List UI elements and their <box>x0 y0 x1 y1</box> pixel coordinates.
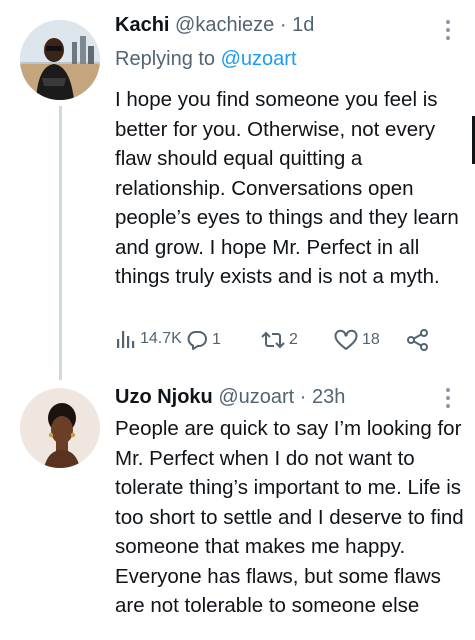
views-button[interactable]: 14.7K <box>115 328 182 350</box>
handle[interactable]: @uzoart <box>218 386 294 408</box>
share-button[interactable] <box>405 328 431 352</box>
replying-to: Replying to @uzoart <box>115 48 297 71</box>
views-icon <box>117 331 135 348</box>
like-count: 18 <box>362 331 380 348</box>
timestamp[interactable]: 1d <box>292 14 314 36</box>
timestamp[interactable]: 23h <box>312 386 345 408</box>
views-count: 14.7K <box>140 330 182 347</box>
like-button[interactable]: 18 <box>333 328 380 352</box>
like-icon <box>334 329 358 350</box>
thread-line <box>59 106 62 380</box>
tweet-kachi[interactable]: Kachi @kachieze · 1d Replying to @uzoart… <box>0 0 475 380</box>
replying-mention[interactable]: @uzoart <box>221 48 297 70</box>
tweet-text: I hope you find someone you feel is bett… <box>115 88 459 288</box>
tweet-text: People are quick to say I’m looking for … <box>115 417 464 617</box>
tweet-uzo-njoku[interactable]: Uzo Njoku @uzoart · 23h People are quick… <box>0 380 475 640</box>
separator: · <box>279 14 287 36</box>
reply-icon <box>187 331 207 350</box>
avatar[interactable] <box>20 388 100 468</box>
reply-button[interactable]: 1 <box>185 328 221 352</box>
tweet-header: Kachi @kachieze · 1d <box>115 14 314 37</box>
tweet-header: Uzo Njoku @uzoart · 23h <box>115 386 345 409</box>
reply-count: 1 <box>212 331 221 348</box>
more-icon[interactable] <box>440 18 456 42</box>
retweet-button[interactable]: 2 <box>260 328 298 352</box>
separator: · <box>299 386 307 408</box>
more-icon[interactable] <box>440 386 456 410</box>
replying-prefix: Replying to <box>115 48 216 70</box>
handle[interactable]: @kachieze <box>175 14 274 36</box>
avatar[interactable] <box>20 20 100 100</box>
display-name[interactable]: Kachi <box>115 14 169 36</box>
retweet-icon <box>261 331 285 349</box>
share-icon <box>407 329 428 351</box>
display-name[interactable]: Uzo Njoku <box>115 386 213 408</box>
retweet-count: 2 <box>289 331 298 348</box>
